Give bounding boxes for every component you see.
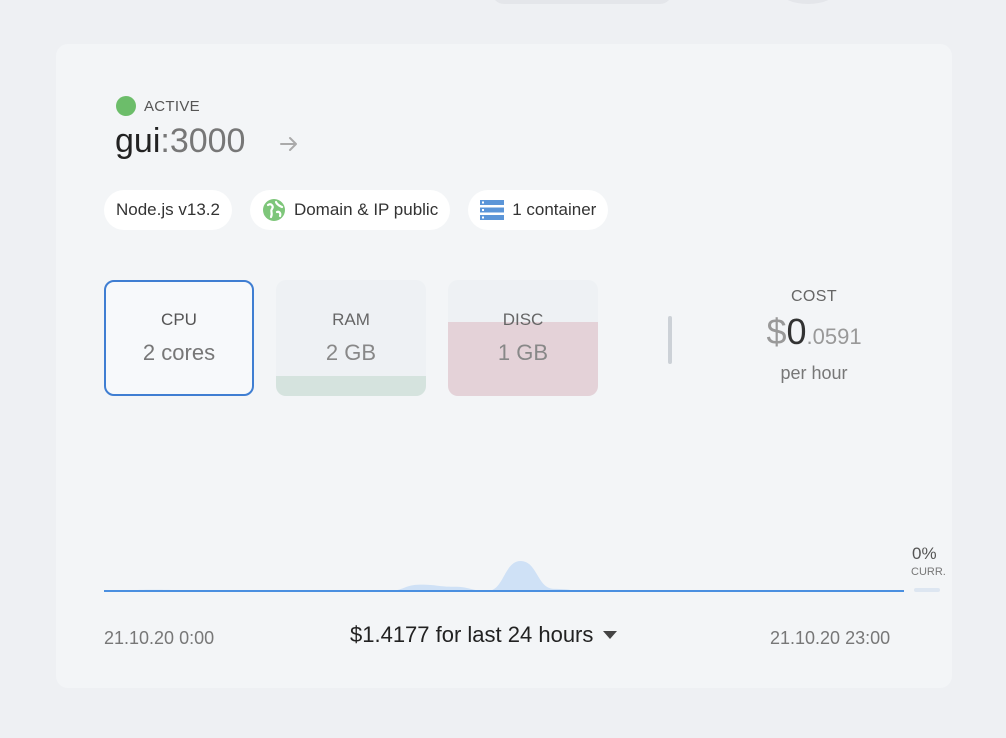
top-avatar[interactable] bbox=[780, 0, 836, 4]
cost-integer: 0 bbox=[786, 311, 807, 352]
cost-currency: $ bbox=[766, 311, 787, 352]
tag-list: Node.js v13.2 Domain & IP public 1 conta… bbox=[104, 190, 609, 230]
top-tab[interactable] bbox=[492, 0, 672, 4]
period-cost-dropdown[interactable]: $1.4177 for last 24 hours bbox=[350, 622, 618, 648]
caret-down-icon bbox=[603, 631, 618, 639]
metrics-divider bbox=[668, 316, 672, 364]
usage-chart-area bbox=[104, 561, 904, 591]
current-usage-bar bbox=[914, 588, 940, 592]
arrow-right-icon[interactable] bbox=[278, 134, 300, 154]
status-text: ACTIVE bbox=[144, 97, 200, 115]
network-chip-label: Domain & IP public bbox=[293, 200, 439, 219]
cost-unit: per hour bbox=[780, 363, 848, 383]
server-stack-icon bbox=[480, 198, 505, 222]
runtime-chip-label: Node.js v13.2 bbox=[116, 200, 220, 219]
current-usage-label: CURR. bbox=[911, 566, 946, 578]
metric-disc-label: DISC bbox=[502, 310, 544, 329]
cost-label: COST bbox=[790, 288, 838, 305]
metric-disc[interactable]: DISC 1 GB bbox=[448, 280, 598, 396]
service-name: gui bbox=[115, 122, 161, 160]
status-dot-icon bbox=[116, 96, 136, 116]
cost-summary: COST $0.0591 per hour bbox=[756, 288, 872, 384]
metric-cpu-value: 2 cores bbox=[142, 340, 216, 365]
container-chip-label: 1 container bbox=[512, 200, 597, 219]
metric-ram-fill bbox=[276, 376, 426, 396]
status-indicator: ACTIVE bbox=[116, 96, 200, 116]
metric-ram-value: 2 GB bbox=[325, 340, 377, 365]
metric-ram-label: RAM bbox=[332, 310, 370, 329]
cost-decimal: .0591 bbox=[806, 324, 862, 349]
service-title: gui :3000 bbox=[115, 122, 245, 161]
metric-ram[interactable]: RAM 2 GB bbox=[276, 280, 426, 396]
metric-cpu-label: CPU bbox=[161, 310, 197, 329]
cost-value: $0.0591 bbox=[756, 312, 872, 357]
x-axis-end-label: 21.10.20 23:00 bbox=[770, 628, 891, 648]
container-chip[interactable]: 1 container bbox=[468, 190, 609, 230]
usage-chart[interactable] bbox=[104, 534, 904, 594]
period-cost-text: $1.4177 for last 24 hours bbox=[350, 622, 594, 647]
network-chip[interactable]: Domain & IP public bbox=[249, 190, 451, 230]
service-card: ACTIVE gui :3000 Node.js v13.2 Domain & … bbox=[56, 44, 952, 688]
current-usage-value: 0% bbox=[912, 544, 937, 563]
service-port: :3000 bbox=[160, 122, 246, 160]
runtime-chip[interactable]: Node.js v13.2 bbox=[104, 190, 232, 230]
metric-cpu[interactable]: CPU 2 cores bbox=[104, 280, 254, 396]
metric-disc-value: 1 GB bbox=[497, 340, 549, 365]
x-axis-start-label: 21.10.20 0:00 bbox=[104, 628, 215, 648]
globe-icon bbox=[262, 198, 286, 222]
resource-metrics: CPU 2 cores RAM 2 GB DISC 1 GB bbox=[104, 280, 598, 396]
